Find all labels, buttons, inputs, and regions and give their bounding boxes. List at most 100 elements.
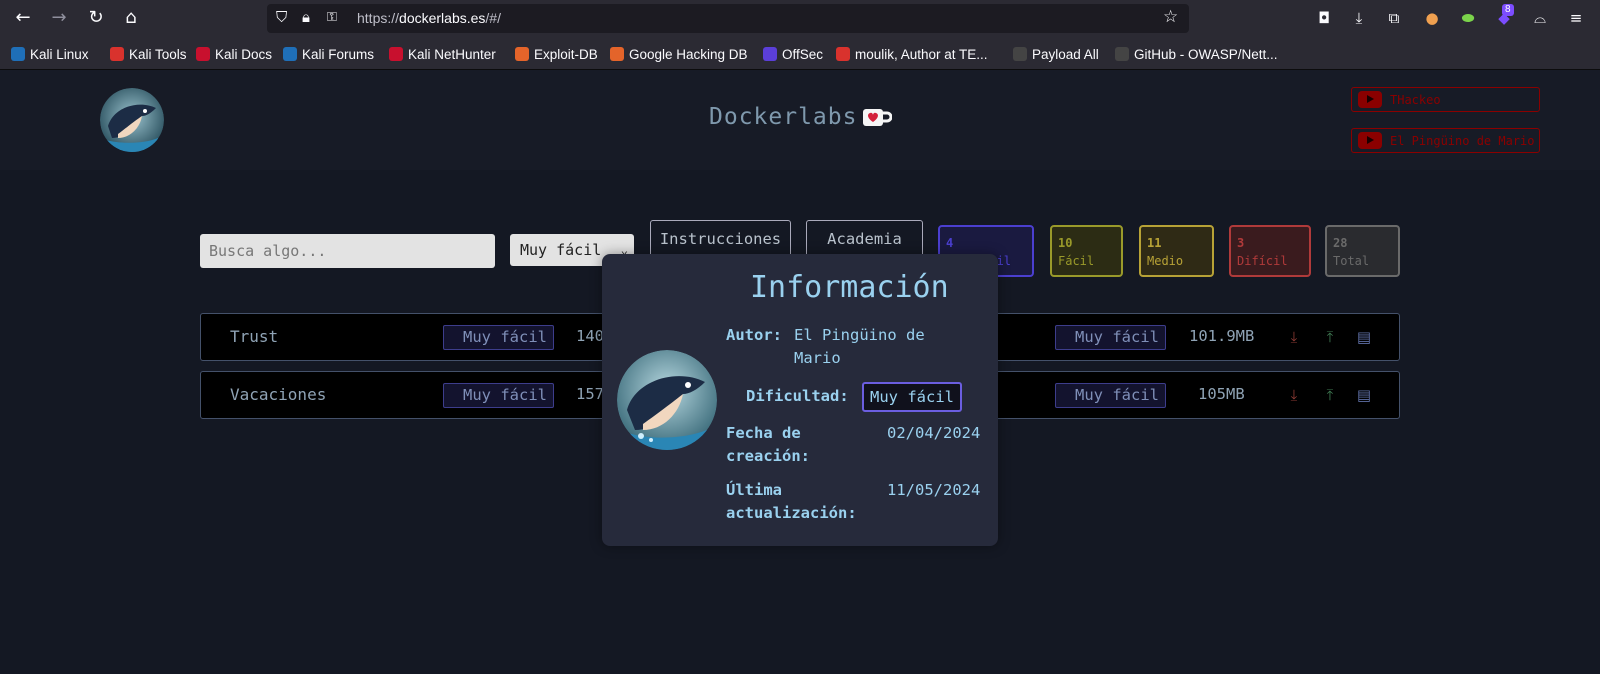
download-icon[interactable]: ⤓: [1285, 386, 1303, 404]
bookmark-item[interactable]: Kali NetHunter: [389, 45, 496, 63]
stat-count: 11: [1147, 236, 1162, 250]
youtube-icon: [1358, 132, 1382, 149]
created-value: 02/04/2024: [887, 424, 981, 442]
youtube-link-thackeo[interactable]: THackeo: [1351, 87, 1540, 112]
bookmark-label: Kali Forums: [302, 46, 375, 62]
bookmark-favicon-icon: [1013, 47, 1027, 61]
bookmark-star-icon[interactable]: ☆: [1163, 7, 1178, 27]
modal-title: Información: [750, 270, 949, 305]
stat-count: 28: [1333, 236, 1348, 250]
reload-icon[interactable]: ↻: [84, 6, 108, 30]
extensions-icon[interactable]: ⧉: [1384, 8, 1404, 28]
youtube-link-label: THackeo: [1390, 92, 1441, 107]
dockerlabs-page: Dockerlabs THackeo El Pingüino de Mario …: [0, 70, 1600, 674]
author-value-line1: El Pingüino de: [794, 326, 925, 344]
bookmark-item[interactable]: Kali Docs: [196, 45, 272, 63]
bookmark-favicon-icon: [283, 47, 297, 61]
bookmark-item[interactable]: Kali Forums: [283, 45, 374, 63]
extension-avatar-icon[interactable]: ●: [1422, 8, 1442, 28]
stat-label: Medio: [1147, 254, 1184, 268]
bookmark-label: GitHub - OWASP/Nett...: [1134, 46, 1278, 62]
browser-toolbar: ← → ↻ ⌂ ⛉ 🔒︎ ⚿ https://dockerlabs.es/#/ …: [0, 0, 1600, 36]
lock-icon[interactable]: 🔒︎: [302, 8, 310, 26]
stat-count: 10: [1058, 236, 1073, 250]
difficulty-value: Muy fácil: [862, 382, 962, 412]
bookmark-item[interactable]: Exploit-DB: [515, 45, 598, 63]
machine-name[interactable]: Trust: [230, 327, 278, 346]
upload-icon[interactable]: ⤒: [1321, 386, 1339, 404]
bookmark-favicon-icon: [515, 47, 529, 61]
bookmark-label: Payload All: [1032, 46, 1099, 62]
bookmark-favicon-icon: [610, 47, 624, 61]
extension-badge: 8: [1502, 4, 1514, 16]
difficulty-label: Dificultad:: [746, 387, 849, 405]
updated-label-line1: Última: [726, 481, 782, 499]
bookmark-item[interactable]: Kali Linux: [11, 45, 89, 63]
created-label-line1: Fecha de: [726, 424, 801, 442]
stat-count: 4: [946, 236, 954, 250]
home-icon[interactable]: ⌂: [119, 6, 143, 30]
updated-value: 11/05/2024: [887, 481, 981, 499]
stat-card[interactable]: 10 Fácil: [1050, 225, 1123, 277]
bookmark-item[interactable]: GitHub - OWASP/Nett...: [1115, 45, 1278, 63]
machine-difficulty-badge: Muy fácil: [1055, 383, 1166, 408]
bookmark-item[interactable]: Payload All: [1013, 45, 1099, 63]
machine-partial-text: 157: [576, 385, 604, 403]
extension-toggle-icon[interactable]: ⬬: [1458, 8, 1478, 28]
bookmark-item[interactable]: Google Hacking DB: [610, 45, 748, 63]
difficulty-select-value: Muy fácil: [520, 241, 602, 259]
url-host: dockerlabs.es: [399, 10, 486, 26]
author-label: Autor:: [726, 326, 782, 344]
bookmark-favicon-icon: [110, 47, 124, 61]
machine-name[interactable]: Vacaciones: [230, 385, 326, 404]
coffee-cup-icon: [862, 108, 893, 133]
stat-card[interactable]: 28 Total: [1325, 225, 1400, 277]
upload-icon[interactable]: ⤒: [1321, 328, 1339, 346]
youtube-link-label: El Pingüino de Mario: [1390, 133, 1535, 148]
shield-icon[interactable]: ⛉: [276, 8, 287, 26]
stat-card[interactable]: 3 Difícil: [1229, 225, 1311, 277]
writeup-document-icon[interactable]: ▤: [1355, 328, 1373, 346]
stat-card[interactable]: 11 Medio: [1139, 225, 1214, 277]
stat-count: 3: [1237, 236, 1245, 250]
stat-label: Total: [1333, 254, 1370, 268]
updated-label-line2: actualización:: [726, 504, 857, 522]
bookmark-label: Kali Docs: [215, 46, 273, 62]
bookmark-label: OffSec: [782, 46, 824, 62]
bookmark-item[interactable]: OffSec: [763, 45, 823, 63]
bookmark-favicon-icon: [836, 47, 850, 61]
bookmark-label: moulik, Author at TE...: [855, 46, 988, 62]
url-path: /#/: [485, 10, 501, 26]
orca-avatar: [617, 350, 717, 450]
forward-icon[interactable]: →: [47, 6, 71, 30]
bookmark-favicon-icon: [11, 47, 25, 61]
bookmark-favicon-icon: [196, 47, 210, 61]
download-icon[interactable]: ⤓: [1285, 328, 1303, 346]
search-input[interactable]: [200, 234, 495, 268]
writeup-document-icon[interactable]: ▤: [1355, 386, 1373, 404]
url-text[interactable]: https://dockerlabs.es/#/: [357, 10, 501, 26]
bookmark-label: Kali Tools: [129, 46, 187, 62]
menu-icon[interactable]: ≡: [1566, 8, 1586, 28]
back-icon[interactable]: ←: [11, 6, 35, 30]
bookmark-label: Exploit-DB: [534, 46, 598, 62]
site-header: Dockerlabs THackeo El Pingüino de Mario: [0, 70, 1600, 170]
bookmark-item[interactable]: moulik, Author at TE...: [836, 45, 988, 63]
downloads-icon[interactable]: ⤓: [1349, 8, 1369, 28]
bookmark-favicon-icon: [1115, 47, 1129, 61]
orca-logo[interactable]: [100, 88, 164, 152]
bookmark-label: Google Hacking DB: [629, 46, 748, 62]
pocket-icon[interactable]: ◘: [1314, 8, 1334, 28]
hat-icon[interactable]: ⌓: [1530, 8, 1550, 28]
stat-label: Fácil: [1058, 254, 1095, 268]
youtube-link-pinguino[interactable]: El Pingüino de Mario: [1351, 128, 1540, 153]
site-title: Dockerlabs: [709, 104, 858, 130]
machine-size: 101.9MB: [1189, 327, 1255, 345]
bookmark-item[interactable]: Kali Tools: [110, 45, 187, 63]
bookmark-label: Kali Linux: [30, 46, 89, 62]
url-scheme: https://: [357, 10, 400, 26]
created-label-line2: creación:: [726, 447, 810, 465]
youtube-icon: [1358, 91, 1382, 108]
permissions-icon[interactable]: ⚿: [327, 10, 337, 25]
url-bar[interactable]: ⛉ 🔒︎ ⚿ https://dockerlabs.es/#/ ☆: [267, 4, 1189, 33]
